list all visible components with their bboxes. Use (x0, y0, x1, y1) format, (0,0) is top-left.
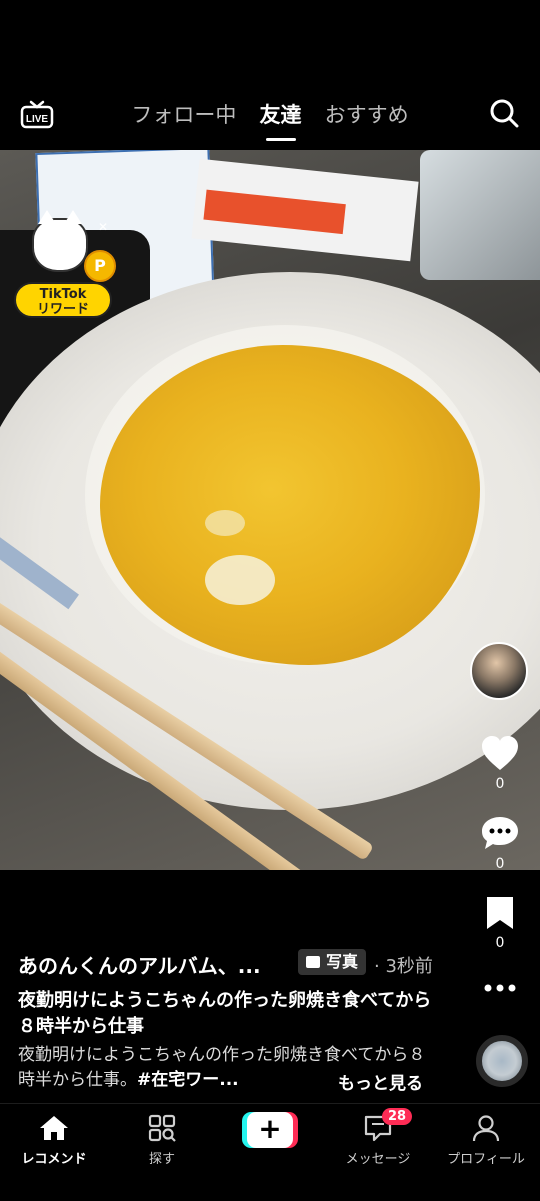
more-dots-icon (484, 984, 516, 992)
coin-icon: P (84, 250, 116, 282)
search-icon[interactable] (488, 97, 520, 129)
nav-inbox-label: メッセージ (345, 1152, 411, 1167)
nav-inbox[interactable]: メッセージ (324, 1114, 432, 1167)
home-icon (40, 1116, 68, 1140)
comment-button[interactable]: 0 (470, 814, 530, 872)
bookmark-button[interactable]: 0 (470, 895, 530, 951)
nav-home[interactable]: レコメンド (0, 1114, 108, 1167)
comment-count: 0 (495, 856, 505, 872)
photo-badge-label: 写真 (326, 952, 359, 971)
create-post-button[interactable]: + (242, 1112, 298, 1148)
feed-tabs: フォロー中 友達 おすすめ (0, 99, 540, 129)
music-disc-icon[interactable] (476, 1035, 528, 1087)
tab-friends[interactable]: 友達 (260, 99, 302, 129)
creator-avatar[interactable] (470, 642, 528, 700)
post-time: · 3秒前 (374, 956, 433, 977)
nav-explore-label: 探す (148, 1152, 175, 1167)
photo-box-orange (191, 158, 419, 262)
tab-following[interactable]: フォロー中 (131, 99, 236, 129)
see-more-link[interactable]: もっと見る (338, 1069, 423, 1094)
bottom-navigation: レコメンド 探す + メッセージ 28 プロフィール (0, 1103, 540, 1201)
nav-profile-label: プロフィール (447, 1152, 525, 1167)
profile-icon (472, 1115, 500, 1142)
heart-icon (482, 736, 518, 770)
lucky-cat-icon[interactable] (32, 210, 88, 272)
post-title: 夜勤明けにようこちゃんの作った卵焼き食べてから８時半から仕事 (18, 990, 432, 1037)
hashtag-link[interactable]: #在宅ワー... (137, 1070, 239, 1090)
tab-for-you[interactable]: おすすめ (325, 99, 409, 129)
bookmark-count: 0 (495, 935, 505, 951)
photo-mode-badge[interactable]: 写真 (298, 949, 367, 975)
explore-grid-icon (148, 1114, 176, 1142)
bookmark-icon (487, 897, 513, 929)
photo-egg-white (205, 510, 245, 536)
plus-icon: + (247, 1112, 293, 1148)
tiktok-reward-button[interactable]: TikTok リワード (14, 282, 112, 318)
reward-line2: リワード (36, 302, 89, 317)
photo-bag (420, 150, 540, 280)
more-options-button[interactable] (470, 980, 530, 999)
nav-home-label: レコメンド (21, 1152, 87, 1167)
inbox-count-badge: 28 (382, 1108, 413, 1125)
like-button[interactable]: 0 (470, 734, 530, 792)
reward-line1: TikTok (39, 287, 87, 302)
nav-explore[interactable]: 探す (108, 1114, 216, 1167)
comment-icon (482, 817, 518, 849)
like-count: 0 (495, 776, 505, 792)
top-bar: LIVE フォロー中 友達 おすすめ (0, 85, 540, 141)
photo-egg-white (205, 555, 275, 605)
close-icon[interactable]: ✕ (98, 220, 108, 234)
post-username[interactable]: あのんくんのアルバム、... (18, 950, 261, 979)
nav-profile[interactable]: プロフィール (432, 1114, 540, 1167)
photo-icon (306, 956, 320, 968)
